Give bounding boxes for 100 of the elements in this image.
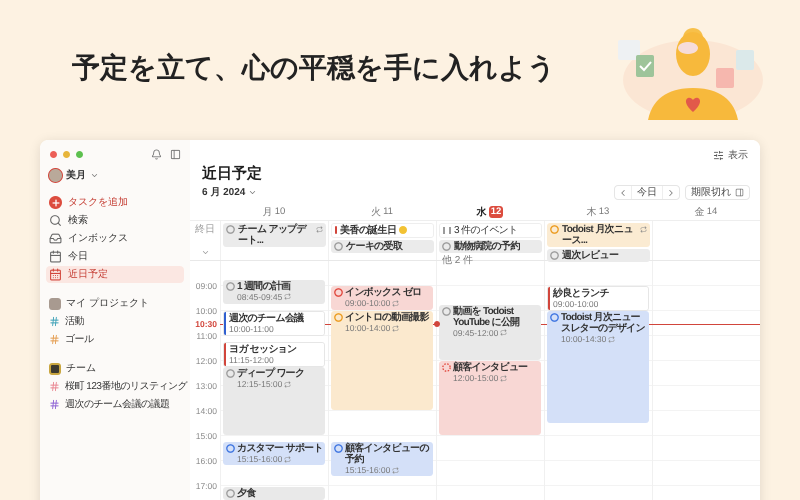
task-card[interactable]: イントロの動画撮影 10:00-14:00 — [331, 311, 433, 410]
task-card[interactable]: カスタマー サポート 15:15-16:00 — [223, 442, 325, 466]
hour-label: 10:00 — [196, 306, 217, 316]
event-time: 09:00-10:00 — [553, 299, 598, 309]
chip-title: 3 件のイベント — [454, 225, 518, 236]
day-header[interactable]: 木 13 — [544, 204, 652, 220]
panel-icon — [735, 188, 744, 197]
event-time: 15:15-16:00 — [345, 465, 390, 476]
sidebar-item-label: 近日予定 — [68, 268, 108, 282]
task-checkbox[interactable] — [550, 225, 559, 234]
project-label[interactable]: 週次のチーム会議の議題 — [65, 397, 170, 412]
task-card[interactable]: ディープ ワーク 12:15-15:00 — [223, 367, 325, 435]
more-events-link[interactable]: 他 2 件 — [439, 255, 474, 266]
sidebar-item[interactable]: インボックス — [46, 230, 184, 247]
event-time: 08:45-09:45 — [237, 292, 282, 302]
date-label: 12 — [488, 206, 504, 218]
month-picker[interactable]: 6 月 2024 — [202, 185, 258, 200]
chevron-down-icon — [248, 188, 258, 197]
task-card[interactable]: インボックス ゼロ 09:00-10:00 — [331, 286, 433, 310]
event-title: カスタマー サポート — [237, 443, 323, 454]
weekday-label: 木 — [586, 206, 597, 220]
hour-label: 13:00 — [196, 381, 217, 391]
task-chip[interactable]: チーム アップデート... — [223, 223, 326, 247]
project-label[interactable]: ゴール — [65, 332, 94, 347]
task-checkbox[interactable] — [226, 444, 235, 454]
sidebar-item[interactable]: 検索 — [46, 212, 184, 229]
task-checkbox[interactable] — [226, 225, 235, 234]
task-checkbox[interactable] — [442, 306, 451, 316]
date-label: 10 — [274, 204, 286, 219]
task-checkbox[interactable] — [334, 288, 343, 297]
event-time: 09:00-10:00 — [345, 298, 390, 308]
task-checkbox[interactable] — [334, 313, 343, 322]
event-time: 10:00-14:30 — [561, 334, 606, 344]
chip-title: Todoist 月次ニュース... — [562, 224, 634, 246]
task-checkbox[interactable] — [550, 251, 559, 260]
zoom-window-button[interactable] — [76, 151, 83, 158]
task-card[interactable]: Todoist 月次ニュースレターのデザイン 10:00-14:30 — [547, 311, 649, 422]
event-title: ディープ ワーク — [237, 368, 304, 380]
minimize-window-button[interactable] — [63, 151, 70, 158]
sidebar-toggle-icon[interactable] — [170, 149, 181, 160]
team-icon — [49, 362, 61, 374]
day-header[interactable]: 水 12 — [436, 204, 544, 220]
day-header[interactable]: 金 14 — [652, 204, 760, 220]
task-card[interactable]: 1 週間の計画 08:45-09:45 — [223, 280, 325, 304]
section-title[interactable]: マイ プロジェクト — [66, 296, 149, 311]
event-group-chip[interactable]: 3 件のイベント — [439, 223, 542, 238]
overdue-button[interactable]: 期限切れ — [685, 185, 750, 200]
event-title: ヨガ セッション — [229, 344, 296, 356]
project-label[interactable]: 活動 — [65, 314, 84, 329]
sidebar-item[interactable]: 今日 — [46, 248, 184, 265]
task-checkbox[interactable] — [226, 489, 235, 498]
event-time: 10:00-11:00 — [229, 324, 274, 334]
event-time: 10:00-14:00 — [345, 323, 390, 333]
event-title: 顧客インタビュー — [453, 362, 528, 373]
event-card[interactable]: 紗良とランチ 09:00-10:00 — [547, 286, 649, 311]
chip-title: 美香の誕生日 — [340, 225, 396, 236]
project-label[interactable]: 桜町 123番地のリスティング — [65, 379, 187, 394]
task-checkbox[interactable] — [550, 313, 559, 322]
task-chip[interactable]: 動物病院の予約 — [439, 240, 542, 253]
task-checkbox[interactable] — [334, 242, 343, 251]
chevron-down-icon[interactable] — [90, 171, 99, 180]
event-time: 15:15-16:00 — [237, 454, 282, 464]
task-checkbox[interactable] — [442, 242, 451, 251]
view-button[interactable]: 表示 — [713, 148, 748, 163]
weekday-label: 火 — [371, 206, 382, 220]
event-card[interactable]: 週次のチーム会議 10:00-11:00 — [223, 311, 325, 336]
calendar-icon — [49, 268, 62, 281]
hour-label: 11:00 — [196, 331, 217, 341]
task-card[interactable]: 顧客インタビュー 12:00-15:00 — [439, 361, 541, 435]
event-chip[interactable]: 美香の誕生日 — [331, 223, 434, 238]
sidebar-item[interactable]: タスクを追加 — [46, 194, 184, 211]
task-card[interactable]: 夕食 — [223, 487, 325, 500]
date-label: 13 — [598, 204, 610, 219]
today-button[interactable]: 今日 — [631, 186, 663, 199]
collapse-icon[interactable] — [200, 248, 210, 257]
event-title: 動画を Todoist YouTube に公開 — [453, 306, 520, 328]
task-card[interactable]: 顧客インタビューの予約 15:15-16:00 — [331, 442, 433, 476]
event-title: 夕食 — [237, 488, 256, 499]
task-chip[interactable]: ケーキの受取 — [331, 240, 434, 253]
hour-label: 12:00 — [196, 356, 217, 366]
task-checkbox[interactable] — [226, 282, 235, 291]
day-header[interactable]: 火 11 — [328, 204, 436, 220]
sidebar-item-label: タスクを追加 — [68, 196, 128, 210]
sidebar-item[interactable]: 近日予定 — [46, 266, 184, 283]
task-checkbox[interactable] — [334, 444, 343, 454]
user-name[interactable]: 美月 — [66, 168, 86, 183]
day-header[interactable]: 月 10 — [220, 204, 328, 220]
event-card[interactable]: ヨガ セッション 11:15-12:00 — [223, 342, 325, 368]
notifications-icon[interactable] — [151, 149, 162, 160]
close-window-button[interactable] — [50, 151, 57, 158]
task-card[interactable]: 動画を Todoist YouTube に公開 09:45-12:00 — [439, 304, 541, 360]
event-time: 11:15-12:00 — [229, 355, 274, 366]
task-checkbox[interactable] — [442, 363, 451, 372]
chip-title: 動物病院の予約 — [454, 241, 520, 252]
task-chip[interactable]: Todoist 月次ニュース... — [547, 223, 650, 247]
section-title[interactable]: チーム — [66, 361, 96, 376]
event-time: 09:45-12:00 — [453, 328, 498, 338]
task-checkbox[interactable] — [226, 369, 235, 378]
avatar[interactable] — [49, 169, 62, 182]
task-chip[interactable]: 週次レビュー — [547, 249, 650, 262]
